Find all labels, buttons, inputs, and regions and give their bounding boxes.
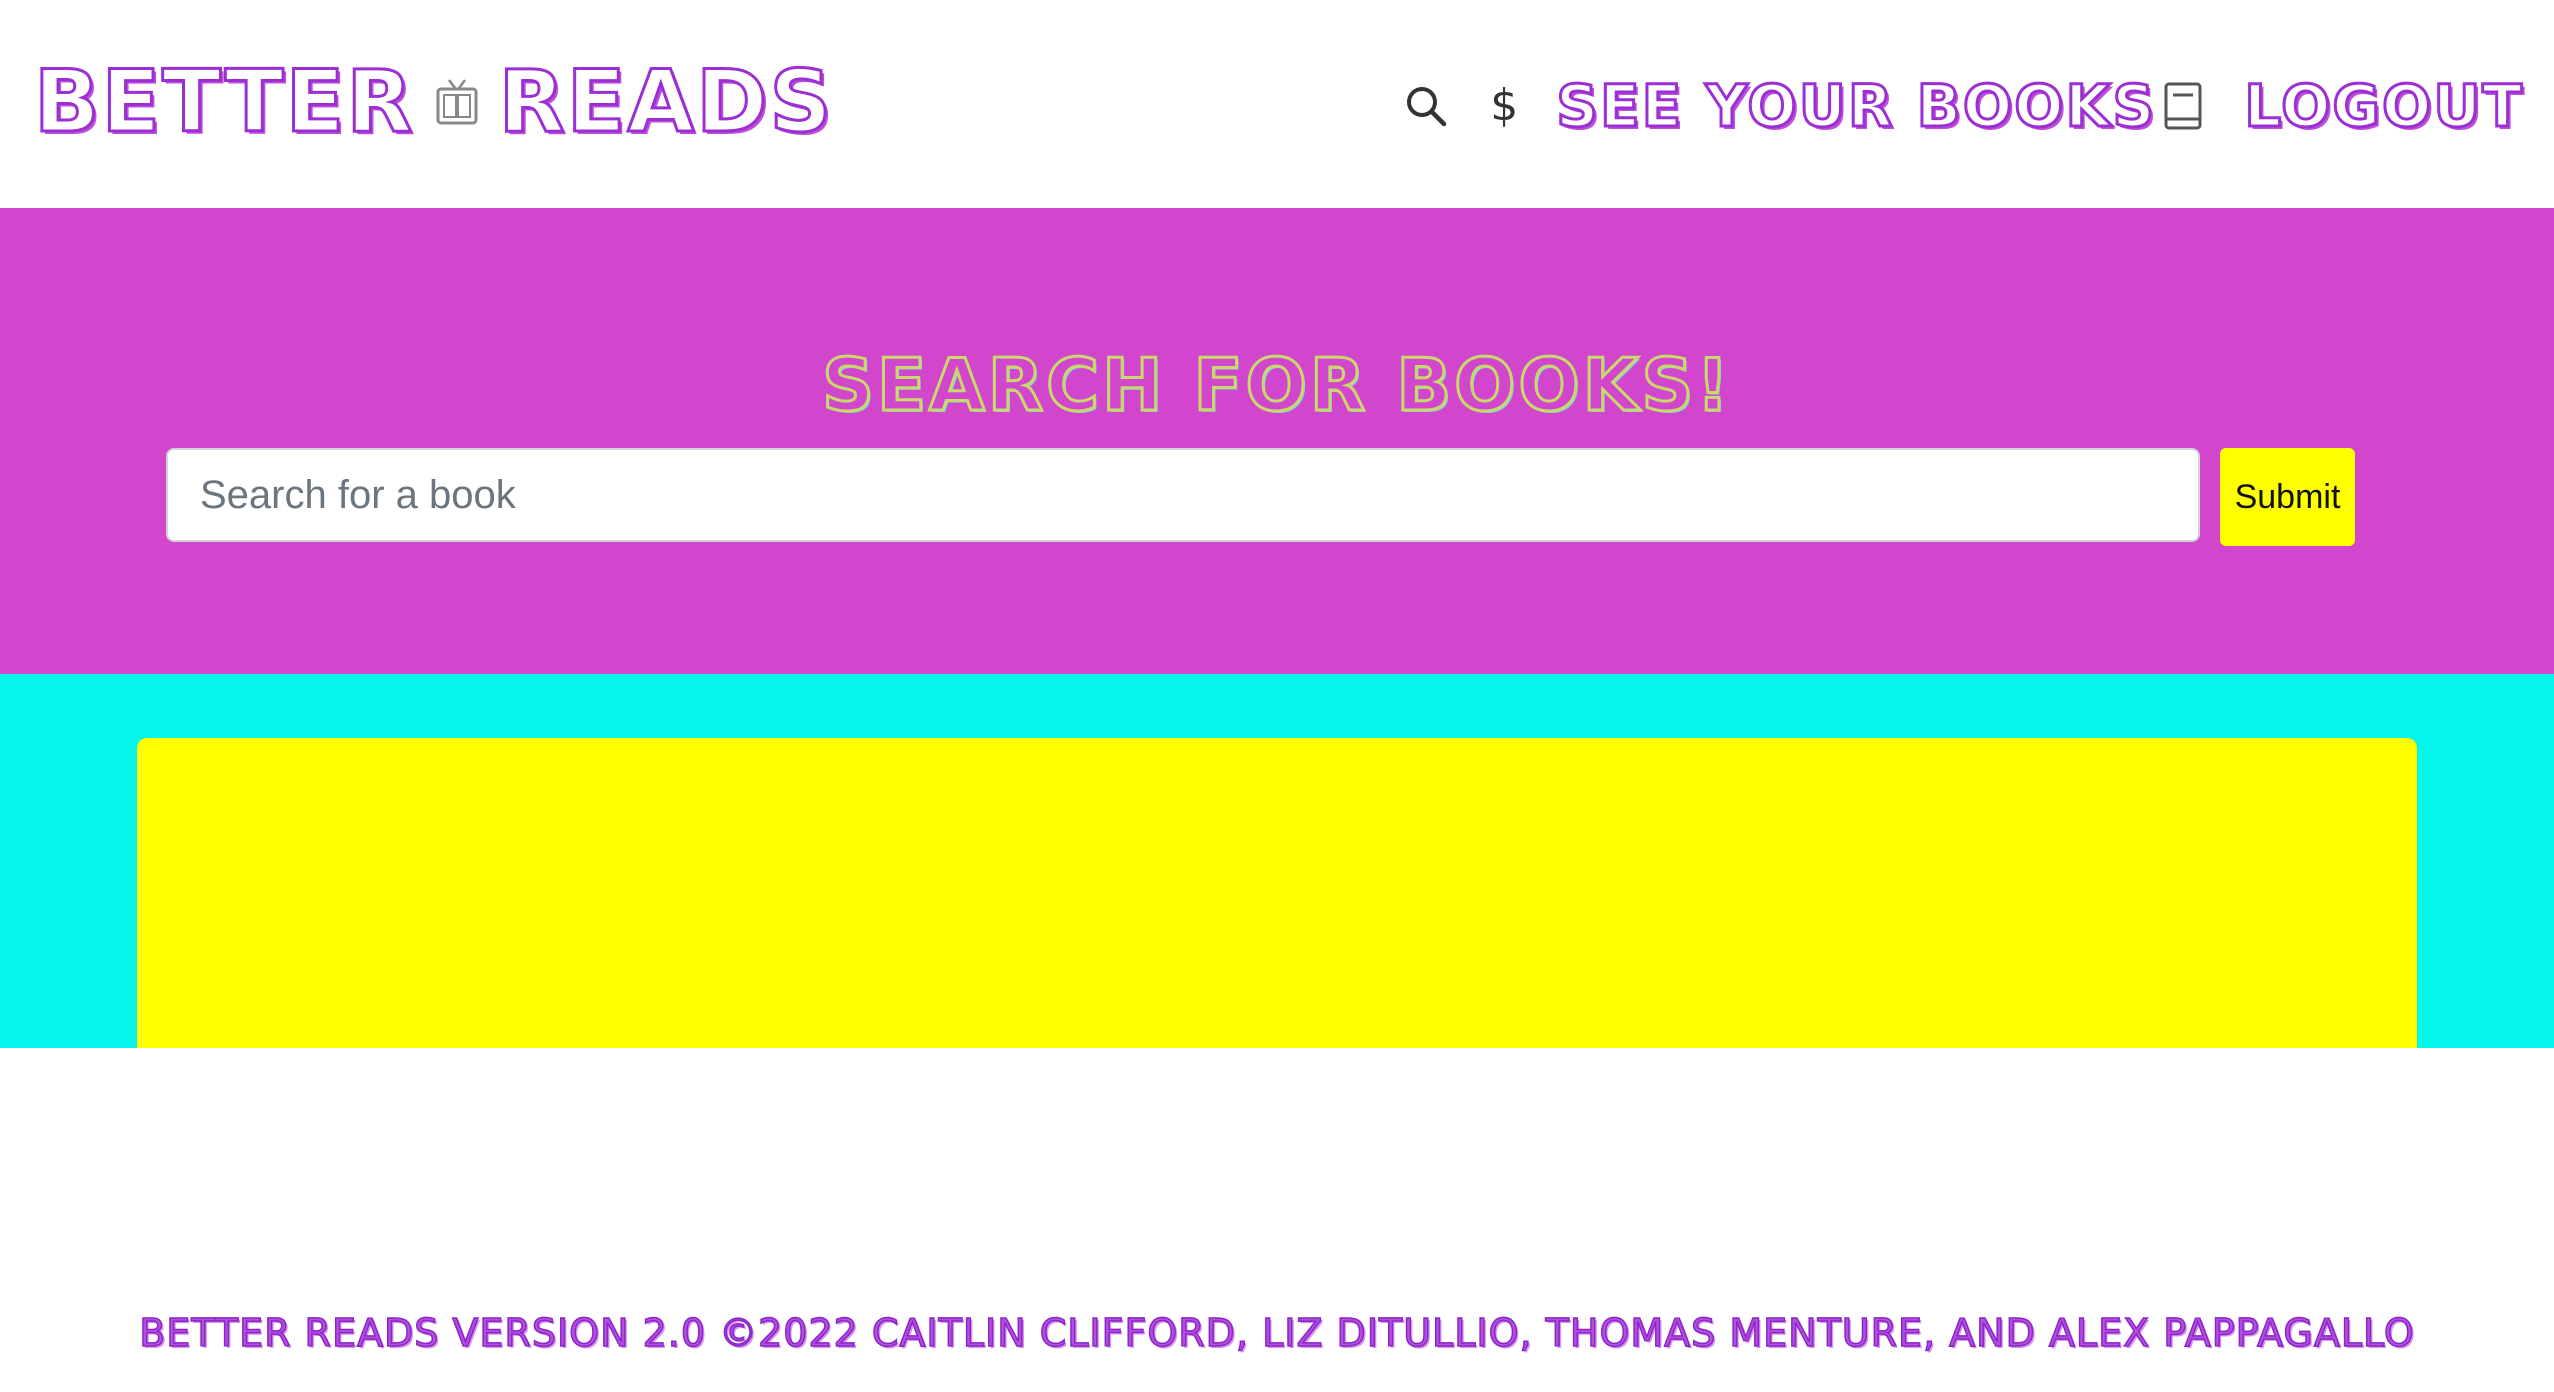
- brand-word-reads: READS: [497, 51, 834, 154]
- logout-link[interactable]: LOGOUT: [2243, 66, 2524, 146]
- page-title: SEARCH FOR BOOKS!: [820, 342, 1733, 429]
- footer-credits: BETTER READS VERSION 2.0 ©2022 CAITLIN C…: [138, 1310, 2415, 1356]
- dollar-icon[interactable]: $: [1478, 76, 1530, 136]
- submit-button[interactable]: Submit: [2220, 448, 2355, 546]
- brand-word-better: BETTER: [33, 51, 415, 154]
- book-icon[interactable]: [2160, 76, 2206, 136]
- brand-logo[interactable]: BETTER READS: [33, 51, 834, 154]
- footer: BETTER READS VERSION 2.0 ©2022 CAITLIN C…: [0, 1298, 2554, 1368]
- results-card: [137, 738, 2417, 1048]
- tv-book-icon: [433, 72, 481, 132]
- search-icon[interactable]: [1400, 76, 1452, 136]
- results-section: [0, 674, 2554, 1048]
- search-section: SEARCH FOR BOOKS! Submit: [0, 208, 2554, 674]
- navbar: BETTER READS $ SEE YOUR BOOKS LOGOUT: [0, 0, 2554, 208]
- see-your-books-link[interactable]: SEE YOUR BOOKS: [1555, 66, 2156, 146]
- search-input[interactable]: [166, 448, 2200, 542]
- nav-menu: $ SEE YOUR BOOKS LOGOUT: [1400, 60, 2524, 152]
